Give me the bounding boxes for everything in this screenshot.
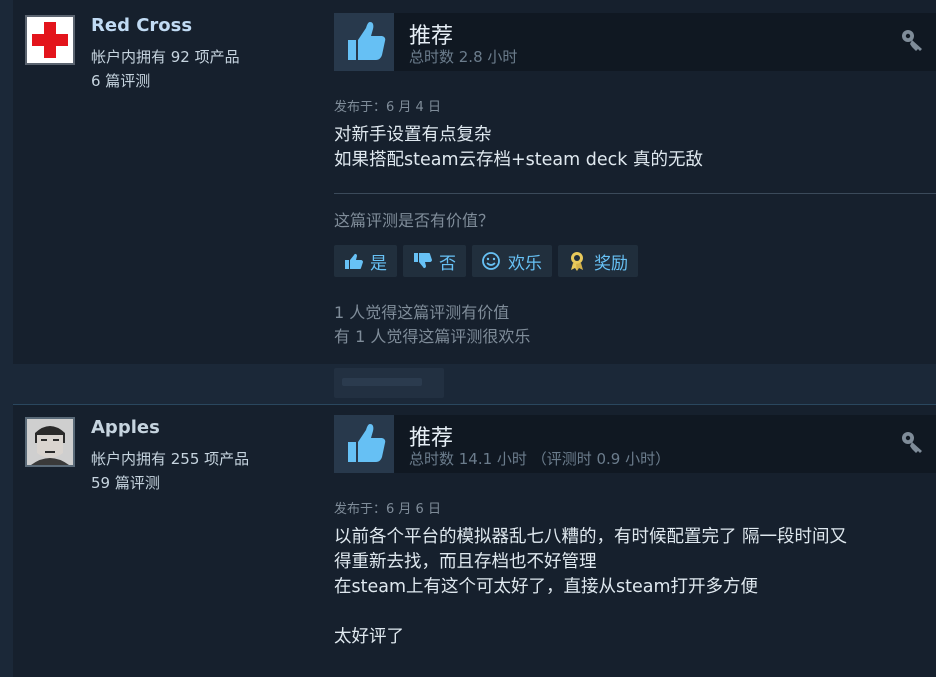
thumbs-up-icon — [334, 415, 394, 473]
thumbs-up-icon — [334, 13, 394, 71]
key-icon[interactable] — [900, 27, 926, 53]
author-products[interactable]: 帐户内拥有 255 项产品 — [91, 448, 249, 469]
thumbs-up-icon — [345, 253, 363, 269]
author-review-count[interactable]: 59 篇评测 — [91, 472, 160, 493]
collapsed-placeholder — [334, 368, 444, 398]
vote-yes-label: 是 — [370, 253, 387, 274]
divider — [334, 193, 936, 194]
award-label: 奖励 — [594, 253, 628, 274]
vote-no-button[interactable]: 否 — [403, 245, 466, 277]
review-card: Red Cross 帐户内拥有 92 项产品 6 篇评测 推荐 总时数 2.8 … — [13, 0, 936, 364]
review-card: Apples 帐户内拥有 255 项产品 59 篇评测 推荐 总时数 14.1 … — [13, 404, 936, 677]
helpful-count: 1 人觉得这篇评测有价值 — [334, 303, 510, 322]
recommendation-header: 推荐 总时数 2.8 小时 — [334, 13, 936, 71]
review-body: 以前各个平台的模拟器乱七八糟的，有时候配置完了 隔一段时间又 得重新去找，而且存… — [334, 527, 848, 647]
recommendation-header: 推荐 总时数 14.1 小时 （评测时 0.9 小时） — [334, 415, 936, 473]
posted-date: 发布于：6 月 4 日 — [334, 100, 441, 115]
vote-no-label: 否 — [439, 253, 456, 274]
vote-funny-label: 欢乐 — [508, 253, 542, 274]
vote-buttons: 是 否 欢乐 奖励 — [334, 245, 638, 277]
avatar[interactable] — [25, 15, 75, 65]
thumbs-down-icon — [414, 253, 432, 269]
reviews-page: Red Cross 帐户内拥有 92 项产品 6 篇评测 推荐 总时数 2.8 … — [0, 0, 936, 677]
award-medal-icon — [571, 252, 583, 271]
playtime-hours: 总时数 14.1 小时 （评测时 0.9 小时） — [409, 450, 671, 468]
helpful-question: 这篇评测是否有价值？ — [334, 211, 495, 230]
cartoon-face-avatar-icon — [27, 419, 73, 465]
author-products[interactable]: 帐户内拥有 92 项产品 — [91, 46, 240, 67]
posted-date: 发布于：6 月 6 日 — [334, 502, 441, 517]
author-name[interactable]: Apples — [91, 417, 160, 438]
funny-count: 有 1 人觉得这篇评测很欢乐 — [334, 327, 531, 346]
author-review-count[interactable]: 6 篇评测 — [91, 70, 150, 91]
red-cross-avatar-icon — [27, 17, 73, 63]
review-body: 对新手设置有点复杂 如果搭配steam云存档+steam deck 真的无敌 — [334, 125, 703, 170]
vote-funny-button[interactable]: 欢乐 — [472, 245, 552, 277]
smiley-icon — [482, 252, 500, 270]
vote-yes-button[interactable]: 是 — [334, 245, 397, 277]
author-name[interactable]: Red Cross — [91, 15, 192, 36]
award-button[interactable]: 奖励 — [558, 245, 638, 277]
key-icon[interactable] — [900, 429, 926, 455]
playtime-hours: 总时数 2.8 小时 — [409, 48, 518, 66]
avatar[interactable] — [25, 417, 75, 467]
